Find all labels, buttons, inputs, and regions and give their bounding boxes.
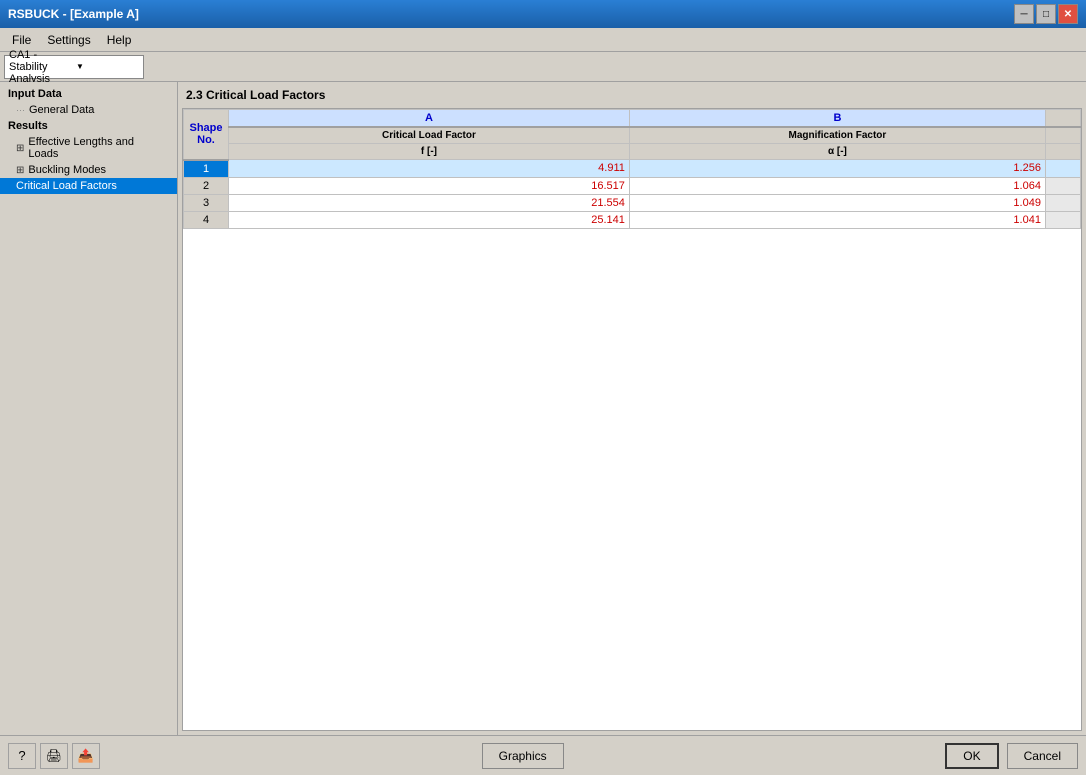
table-row[interactable]: 321.5541.049 xyxy=(184,194,1081,211)
sub-header-row: Critical Load Factor Magnification Facto… xyxy=(184,127,1081,144)
ok-button[interactable]: OK xyxy=(945,743,998,769)
col-b-unit: α [-] xyxy=(629,144,1045,160)
maximize-button[interactable]: □ xyxy=(1036,4,1056,24)
bottom-center-actions: Graphics xyxy=(482,743,564,769)
dropdown-value: CA1 - Stability Analysis xyxy=(9,49,72,85)
analysis-dropdown[interactable]: CA1 - Stability Analysis ▼ xyxy=(4,55,144,79)
close-button[interactable]: ✕ xyxy=(1058,4,1078,24)
menu-help[interactable]: Help xyxy=(99,31,140,49)
shape-no-cell: 4 xyxy=(184,211,229,228)
expand-icon: ⊞ xyxy=(16,143,24,154)
magnification-factor-cell: 1.041 xyxy=(629,211,1045,228)
results-header: Results xyxy=(0,118,177,134)
col-a-label: Critical Load Factor xyxy=(229,127,630,144)
dots-icon: ··· xyxy=(16,105,25,115)
help-button[interactable]: ? xyxy=(8,743,36,769)
cancel-button[interactable]: Cancel xyxy=(1007,743,1078,769)
app-title: RSBUCK - [Example A] xyxy=(8,7,139,21)
ok-label: OK xyxy=(963,749,980,763)
bottom-bar: ? 🖨 📤 Graphics OK Cancel xyxy=(0,735,1086,775)
column-header-row: ShapeNo. A B xyxy=(184,110,1081,128)
col-a-header: A xyxy=(229,110,630,128)
magnification-factor-cell: 1.049 xyxy=(629,194,1045,211)
bottom-left-icons: ? 🖨 📤 xyxy=(8,743,100,769)
help-icon: ? xyxy=(18,748,25,763)
tree-item-general-data[interactable]: ··· General Data xyxy=(0,102,177,118)
graphics-button[interactable]: Graphics xyxy=(482,743,564,769)
cancel-label: Cancel xyxy=(1024,749,1061,763)
print-icon: 🖨 xyxy=(46,748,63,764)
empty-cell xyxy=(1045,160,1080,178)
export-icon: 📤 xyxy=(78,748,94,764)
empty-col-header xyxy=(1045,110,1080,128)
input-data-header: Input Data xyxy=(0,86,177,102)
menu-bar: File Settings Help xyxy=(0,28,1086,52)
empty-cell xyxy=(1045,211,1080,228)
tree-label-effective-lengths: Effective Lengths and Loads xyxy=(28,136,161,160)
left-panel: Input Data ··· General Data Results ⊞ Ef… xyxy=(0,82,178,735)
col-b-label: Magnification Factor xyxy=(629,127,1045,144)
tree-item-effective-lengths[interactable]: ⊞ Effective Lengths and Loads xyxy=(0,134,177,162)
expand-icon-2: ⊞ xyxy=(16,165,24,176)
minimize-button[interactable]: ─ xyxy=(1014,4,1034,24)
title-bar: RSBUCK - [Example A] ─ □ ✕ xyxy=(0,0,1086,28)
critical-load-factor-cell: 25.141 xyxy=(229,211,630,228)
table-row[interactable]: 216.5171.064 xyxy=(184,177,1081,194)
empty-unit-header xyxy=(1045,144,1080,160)
bottom-right-actions: OK Cancel xyxy=(945,743,1078,769)
print-button[interactable]: 🖨 xyxy=(40,743,68,769)
content-panel: 2.3 Critical Load Factors ShapeNo. A B C… xyxy=(178,82,1086,735)
magnification-factor-cell: 1.064 xyxy=(629,177,1045,194)
shape-no-col-header: ShapeNo. xyxy=(184,110,229,160)
tree-label-general-data: General Data xyxy=(29,104,94,116)
table-body: 14.9111.256216.5171.064321.5541.049425.1… xyxy=(184,160,1081,229)
chevron-down-icon: ▼ xyxy=(76,62,139,71)
empty-cell xyxy=(1045,194,1080,211)
empty-cell xyxy=(1045,177,1080,194)
critical-load-factor-cell: 4.911 xyxy=(229,160,630,178)
critical-load-factors-table: ShapeNo. A B Critical Load Factor Magnif… xyxy=(183,109,1081,229)
tree-item-critical-load-factors[interactable]: Critical Load Factors xyxy=(0,178,177,194)
graphics-label: Graphics xyxy=(499,749,547,763)
table-row[interactable]: 14.9111.256 xyxy=(184,160,1081,178)
col-a-unit: f [-] xyxy=(229,144,630,160)
title-bar-controls: ─ □ ✕ xyxy=(1014,4,1078,24)
shape-no-cell: 3 xyxy=(184,194,229,211)
title-bar-left: RSBUCK - [Example A] xyxy=(8,7,139,21)
shape-no-cell: 2 xyxy=(184,177,229,194)
main-layout: Input Data ··· General Data Results ⊞ Ef… xyxy=(0,82,1086,735)
table-row[interactable]: 425.1411.041 xyxy=(184,211,1081,228)
unit-header-row: f [-] α [-] xyxy=(184,144,1081,160)
shape-no-cell: 1 xyxy=(184,160,229,178)
col-b-header: B xyxy=(629,110,1045,128)
magnification-factor-cell: 1.256 xyxy=(629,160,1045,178)
empty-sub-header xyxy=(1045,127,1080,144)
toolbar: CA1 - Stability Analysis ▼ xyxy=(0,52,1086,82)
critical-load-factor-cell: 16.517 xyxy=(229,177,630,194)
menu-file[interactable]: File xyxy=(4,31,39,49)
tree-label-buckling-modes: Buckling Modes xyxy=(28,164,106,176)
export-button[interactable]: 📤 xyxy=(72,743,100,769)
menu-settings[interactable]: Settings xyxy=(39,31,98,49)
tree-label-critical-load-factors: Critical Load Factors xyxy=(16,180,117,192)
tree-item-buckling-modes[interactable]: ⊞ Buckling Modes xyxy=(0,162,177,178)
table-container: ShapeNo. A B Critical Load Factor Magnif… xyxy=(182,108,1082,731)
critical-load-factor-cell: 21.554 xyxy=(229,194,630,211)
section-title: 2.3 Critical Load Factors xyxy=(182,86,1082,108)
